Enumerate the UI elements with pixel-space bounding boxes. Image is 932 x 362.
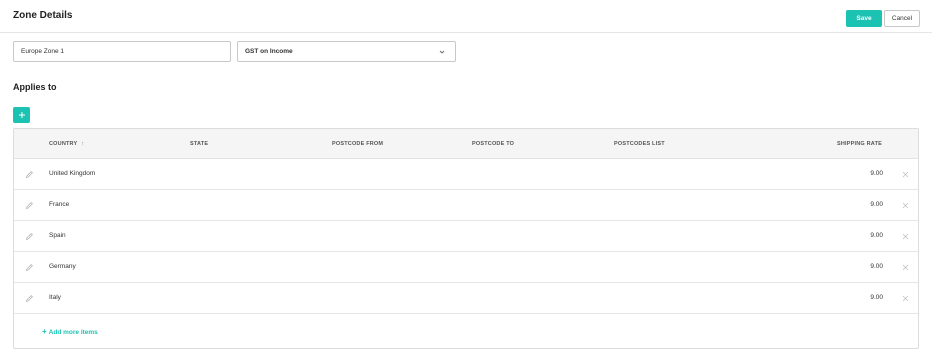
- table-row: United Kingdom 9.00: [14, 159, 918, 190]
- page-header: Zone Details Save Cancel: [0, 0, 932, 33]
- page-title: Zone Details: [13, 10, 73, 21]
- country-cell: Germany: [49, 263, 76, 270]
- country-cell: United Kingdom: [49, 170, 96, 177]
- cancel-button[interactable]: Cancel: [884, 10, 920, 27]
- pencil-icon[interactable]: [25, 201, 34, 210]
- column-header-country[interactable]: COUNTRY ↑: [49, 141, 84, 147]
- pencil-icon[interactable]: [25, 263, 34, 272]
- table-row: Germany 9.00: [14, 252, 918, 283]
- column-label: COUNTRY: [49, 141, 78, 147]
- shipping-rate-cell: 9.00: [870, 201, 883, 208]
- close-icon[interactable]: [902, 264, 909, 271]
- pencil-icon[interactable]: [25, 294, 34, 303]
- table-row: Spain 9.00: [14, 221, 918, 252]
- column-header-postcode-from[interactable]: POSTCODE FROM: [332, 141, 383, 147]
- table-row: France 9.00: [14, 190, 918, 221]
- chevron-down-icon: [439, 50, 445, 54]
- country-cell: Spain: [49, 232, 66, 239]
- column-header-postcodes-list[interactable]: POSTCODES LIST: [614, 141, 665, 147]
- close-icon[interactable]: [902, 202, 909, 209]
- shipping-rate-cell: 9.00: [870, 170, 883, 177]
- column-header-shipping-rate[interactable]: SHIPPING RATE: [837, 141, 882, 147]
- country-cell: France: [49, 201, 70, 208]
- close-icon[interactable]: [902, 295, 909, 302]
- shipping-rate-cell: 9.00: [870, 232, 883, 239]
- table-header: COUNTRY ↑ STATE POSTCODE FROM POSTCODE TO…: [14, 129, 918, 159]
- plus-icon: [18, 112, 25, 118]
- zone-table: COUNTRY ↑ STATE POSTCODE FROM POSTCODE TO…: [13, 128, 919, 349]
- column-header-postcode-to[interactable]: POSTCODE TO: [472, 141, 514, 147]
- table-row: Italy 9.00: [14, 283, 918, 314]
- shipping-rate-cell: 9.00: [870, 263, 883, 270]
- pencil-icon[interactable]: [25, 232, 34, 241]
- pencil-icon[interactable]: [25, 170, 34, 179]
- plus-icon: +: [42, 327, 47, 336]
- save-button[interactable]: Save: [846, 10, 882, 27]
- add-more-label: Add more items: [48, 329, 98, 336]
- tax-rate-select[interactable]: GST on Income: [237, 41, 456, 62]
- add-more-items-link[interactable]: + Add more items: [42, 327, 98, 336]
- shipping-rate-cell: 9.00: [870, 294, 883, 301]
- applies-to-heading: Applies to: [13, 82, 57, 92]
- sort-ascending-icon: ↑: [81, 141, 85, 147]
- tax-rate-value: GST on Income: [245, 48, 293, 55]
- column-header-state[interactable]: STATE: [190, 141, 208, 147]
- add-row-button[interactable]: [13, 107, 30, 123]
- country-cell: Italy: [49, 294, 61, 301]
- zone-name-input[interactable]: Europe Zone 1: [13, 41, 231, 62]
- close-icon[interactable]: [902, 233, 909, 240]
- close-icon[interactable]: [902, 171, 909, 178]
